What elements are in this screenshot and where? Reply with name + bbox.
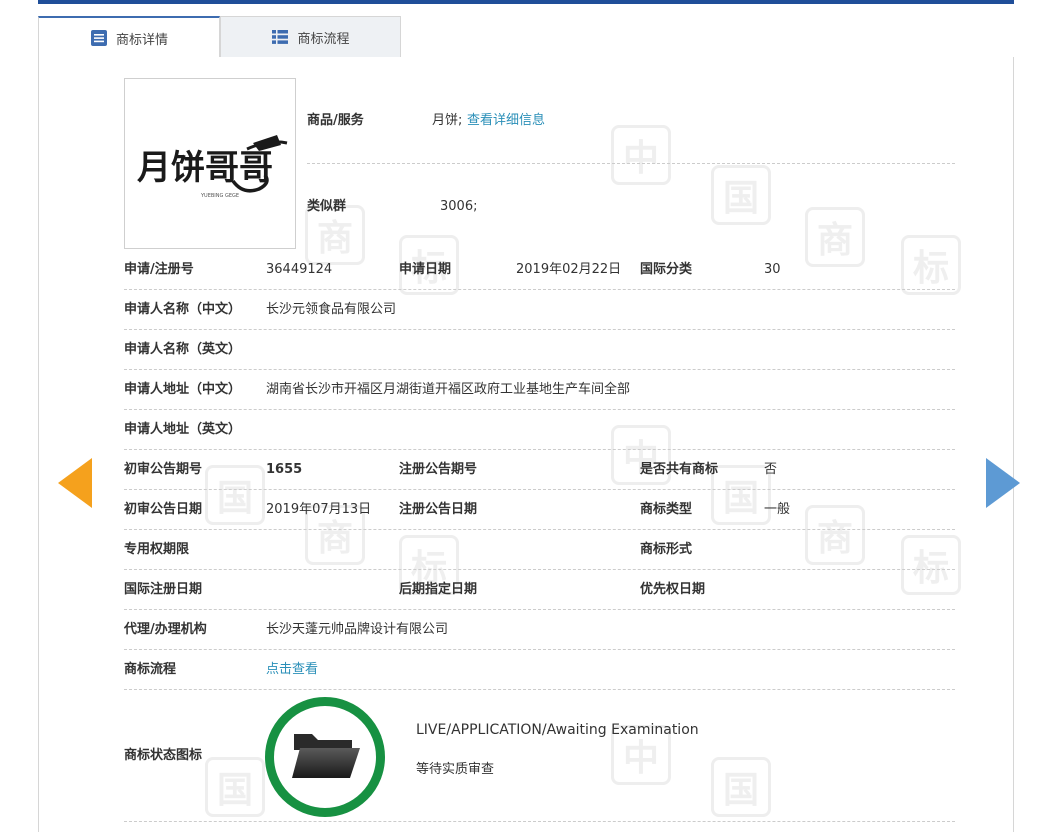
tab-label: 商标详情 (115, 32, 168, 48)
info-row-dates: 国际注册日期 后期指定日期 优先权日期 (124, 570, 955, 610)
similar-group-label: 类似群 (307, 199, 347, 214)
status-cn: 等待实质审查 (416, 762, 495, 777)
mark-type-value: 一般 (764, 502, 791, 517)
shared-value: 否 (764, 462, 778, 477)
info-row-address-en: 申请人地址（英文） (124, 410, 955, 450)
tab-trademark-process[interactable]: 商标流程 (220, 16, 401, 58)
info-row-flow: 商标流程 点击查看 (124, 650, 955, 690)
applicant-en-label: 申请人名称（英文） (124, 342, 242, 357)
reg-no-label: 申请/注册号 (124, 262, 194, 277)
similar-group-value: 3006; (440, 199, 478, 214)
similar-group-row: 类似群 3006; (307, 186, 955, 250)
info-row-agent: 代理/办理机构 长沙天蓬元帅品牌设计有限公司 (124, 610, 955, 650)
apply-date-value: 2019年02月22日 (516, 262, 622, 277)
top-accent-bar (38, 0, 1014, 4)
goods-services-value: 月饼; (432, 113, 463, 128)
info-row-applicant-en: 申请人名称（英文） (124, 330, 955, 370)
tab-bar: 商标详情 商标流程 (38, 16, 1014, 59)
status-label: 商标状态图标 (124, 748, 203, 763)
logo-subtext: YUEBING GEGE (200, 193, 239, 199)
reg-pub-no-label: 注册公告期号 (399, 462, 478, 477)
applicant-cn-value: 长沙元领食品有限公司 (266, 302, 397, 317)
flow-label: 商标流程 (124, 662, 177, 677)
intl-reg-label: 国际注册日期 (124, 582, 203, 597)
exclusive-label: 专用权期限 (124, 542, 190, 557)
priority-label: 优先权日期 (640, 582, 706, 597)
goods-services-label: 商品/服务 (307, 113, 364, 128)
prelim-no-value: 1655 (266, 462, 303, 477)
previous-arrow-button[interactable] (58, 458, 92, 508)
agent-value: 长沙天蓬元帅品牌设计有限公司 (266, 622, 449, 637)
info-row-address-cn: 申请人地址（中文） 湖南省长沙市开福区月湖街道开福区政府工业基地生产车间全部 (124, 370, 955, 410)
list-icon (271, 28, 289, 46)
goods-services-row: 商品/服务 月饼; 查看详细信息 (307, 100, 955, 164)
trademark-logo-image: 月饼哥哥 YUEBING GEGE (124, 78, 296, 249)
later-label: 后期指定日期 (399, 582, 478, 597)
address-en-label: 申请人地址（英文） (124, 422, 242, 437)
applicant-cn-label: 申请人名称（中文） (124, 302, 242, 317)
intl-class-value: 30 (764, 262, 781, 277)
info-row-announcement-date: 初审公告日期 2019年07月13日 注册公告日期 商标类型 一般 (124, 490, 955, 530)
reg-no-value: 36449124 (266, 262, 333, 277)
tab-trademark-details[interactable]: 商标详情 (38, 16, 220, 59)
address-cn-value: 湖南省长沙市开福区月湖街道开福区政府工业基地生产车间全部 (266, 382, 631, 397)
info-row-announcement-no: 初审公告期号 1655 注册公告期号 是否共有商标 否 (124, 450, 955, 490)
address-cn-label: 申请人地址（中文） (124, 382, 242, 397)
info-row-applicant-cn: 申请人名称（中文） 长沙元领食品有限公司 (124, 290, 955, 330)
prelim-no-label: 初审公告期号 (124, 462, 203, 477)
reg-pub-date-label: 注册公告日期 (399, 502, 478, 517)
tab-label: 商标流程 (297, 31, 350, 47)
intl-class-label: 国际分类 (640, 262, 693, 277)
shared-label: 是否共有商标 (640, 462, 719, 477)
agent-label: 代理/办理机构 (124, 622, 207, 637)
folder-icon (290, 728, 362, 788)
mark-type-label: 商标类型 (640, 502, 693, 517)
info-row-exclusive: 专用权期限 商标形式 (124, 530, 955, 570)
flow-view-link[interactable]: 点击查看 (266, 650, 318, 690)
goods-details-link[interactable]: 查看详细信息 (467, 100, 545, 142)
document-icon (90, 29, 108, 47)
logo-text: 月饼哥哥 (137, 148, 273, 188)
info-row-registration: 申请/注册号 36449124 申请日期 2019年02月22日 国际分类 30 (124, 250, 955, 290)
status-ring (265, 697, 385, 817)
apply-date-label: 申请日期 (399, 262, 452, 277)
prelim-date-value: 2019年07月13日 (266, 502, 372, 517)
mark-form-label: 商标形式 (640, 542, 693, 557)
status-en: LIVE/APPLICATION/Awaiting Examination (416, 722, 699, 738)
prelim-date-label: 初审公告日期 (124, 502, 203, 517)
info-row-status: 商标状态图标 LIVE/APPLICATION/Awaiting Examina… (124, 690, 955, 822)
next-arrow-button[interactable] (986, 458, 1020, 508)
